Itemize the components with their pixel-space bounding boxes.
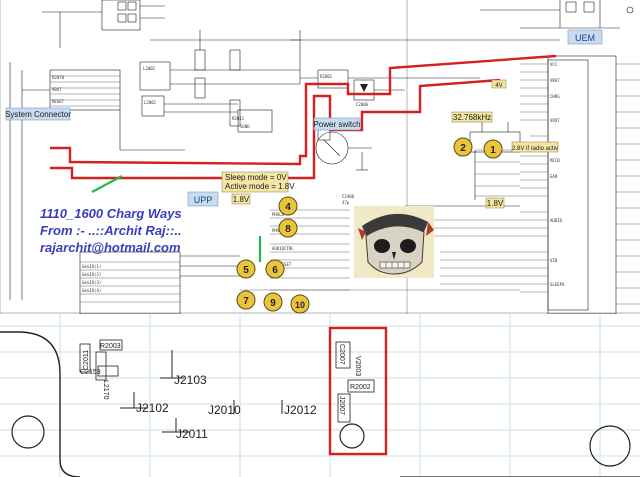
svg-text:8: 8 <box>285 224 291 235</box>
label-r2003: R2003 <box>100 343 121 350</box>
uem-pin-bank <box>520 55 640 315</box>
label-j2011: J2011 <box>176 427 208 441</box>
system-connector-label: System Connector <box>5 110 71 119</box>
skull-icon <box>354 206 434 278</box>
label-j2010: J2010 <box>208 403 241 417</box>
crystal-callout: 32.768kHz <box>451 111 493 123</box>
voltage-tag-right: 1.8V <box>485 197 505 209</box>
svg-text:EAR: EAR <box>550 174 558 179</box>
svg-text:2: 2 <box>460 143 466 154</box>
test-point-9: 9 <box>263 292 283 312</box>
radio-note-callout: 2.8V if radio activ <box>511 141 559 153</box>
svg-text:SLEEPX: SLEEPX <box>550 282 565 287</box>
svg-text:VBAT: VBAT <box>52 87 62 92</box>
svg-text:VCC: VCC <box>550 62 558 67</box>
title-line-1: 1110_1600 Charg Ways <box>40 206 182 221</box>
svg-text:7: 7 <box>243 296 249 307</box>
test-point-1: 1 <box>483 139 503 159</box>
voltage-tag-left: 1.8V <box>231 193 251 205</box>
svg-text:10: 10 <box>295 300 305 310</box>
label-j2103: J2103 <box>174 373 207 387</box>
voltage-tag-left-text: 1.8V <box>233 195 250 204</box>
svg-text:GenIO(3): GenIO(3) <box>82 280 101 285</box>
sleep-mode-text: Sleep mode = 0V <box>225 173 287 182</box>
label-j2102: J2102 <box>136 401 169 415</box>
svg-text:RESET: RESET <box>52 99 65 104</box>
svg-text:AUDIOCTRL: AUDIOCTRL <box>272 246 294 251</box>
upp-label-box: UPP <box>187 191 219 207</box>
vbat-tag-text: 4V <box>495 83 502 89</box>
test-point-6: 6 <box>265 259 285 279</box>
svg-text:VIB: VIB <box>550 258 558 263</box>
power-switch-symbol <box>315 127 372 171</box>
left-ladder-network <box>9 62 121 300</box>
svg-text:VBAT: VBAT <box>550 78 560 83</box>
voltage-tag-right-text: 1.8V <box>487 199 504 208</box>
svg-text:47p: 47p <box>342 200 350 205</box>
svg-text:GenIO(4): GenIO(4) <box>82 288 101 293</box>
test-point-7: 8 <box>278 218 298 238</box>
power-switch-label: Power switch <box>313 120 360 129</box>
label-l2170: L2170 <box>102 380 109 400</box>
svg-text:MICB: MICB <box>550 158 560 163</box>
label-v2003: V2003 <box>354 356 361 376</box>
svg-text:4: 4 <box>285 202 291 213</box>
svg-text:R2070: R2070 <box>52 75 65 80</box>
test-point-2: 2 <box>453 137 473 157</box>
svg-text:C2400: C2400 <box>342 194 355 199</box>
svg-text:R2011: R2011 <box>232 116 245 121</box>
vbat-tag: 4V <box>491 79 507 89</box>
test-point-8: 7 <box>236 290 256 310</box>
label-j2007: J2007 <box>338 396 345 415</box>
label-c2011: C2011 <box>83 350 90 370</box>
svg-text:D2001: D2001 <box>320 74 333 79</box>
svg-text:VOUT: VOUT <box>550 118 560 123</box>
crystal-frequency: 32.768kHz <box>453 113 491 122</box>
svg-text:1: 1 <box>490 145 496 156</box>
test-point-4: 4 <box>278 196 298 216</box>
radio-note: 2.8V if radio activ <box>512 146 558 152</box>
schematic-sheet: R2070 VBAT RESET L2002 L2001 R2011 SGND … <box>0 0 640 315</box>
svg-text:AUDIO: AUDIO <box>550 218 563 223</box>
test-point-5: 5 <box>236 259 256 279</box>
charging-path-diagram: R2070 VBAT RESET L2002 L2001 R2011 SGND … <box>0 0 640 477</box>
title-line-2: From :- ..::Archit Raj::.. <box>40 223 182 238</box>
svg-text:C2006: C2006 <box>356 102 369 107</box>
top-right-cluster <box>480 0 634 29</box>
uem-label-box: UEM <box>567 29 603 45</box>
svg-text:SGND: SGND <box>240 124 250 129</box>
system-connector-box: System Connector <box>5 107 71 121</box>
label-c2007: C2007 <box>338 344 345 365</box>
test-point-10: 10 <box>290 294 310 314</box>
label-r2002: R2002 <box>350 384 371 391</box>
pcb-layout: J2103 J2102 J2010 J2012 J2011 R2003 C215… <box>0 314 640 477</box>
title-line-3: rajarchit@hotmail.com <box>40 240 181 255</box>
svg-text:GenIO(2): GenIO(2) <box>82 272 101 277</box>
active-mode-text: Active mode = 1.8V <box>225 182 295 191</box>
upp-pin-block <box>79 251 240 315</box>
charging-trace-upper <box>50 54 557 166</box>
title-block: 1110_1600 Charg Ways From :- ..::Archit … <box>40 206 182 255</box>
upp-label: UPP <box>194 195 213 205</box>
label-j2012: J2012 <box>284 403 317 417</box>
svg-text:L2002: L2002 <box>143 66 156 71</box>
power-switch-box: Power switch <box>313 117 361 131</box>
svg-text:6: 6 <box>272 265 278 276</box>
svg-text:L2001: L2001 <box>144 100 157 105</box>
svg-text:5: 5 <box>243 265 249 276</box>
svg-text:GenIO(1): GenIO(1) <box>82 264 101 269</box>
top-connector-block <box>42 0 165 48</box>
uem-label: UEM <box>575 33 595 43</box>
mode-callout: Sleep mode = 0V Active mode = 1.8V <box>221 171 295 193</box>
svg-text:CHRG: CHRG <box>550 94 560 99</box>
svg-text:9: 9 <box>270 298 276 309</box>
